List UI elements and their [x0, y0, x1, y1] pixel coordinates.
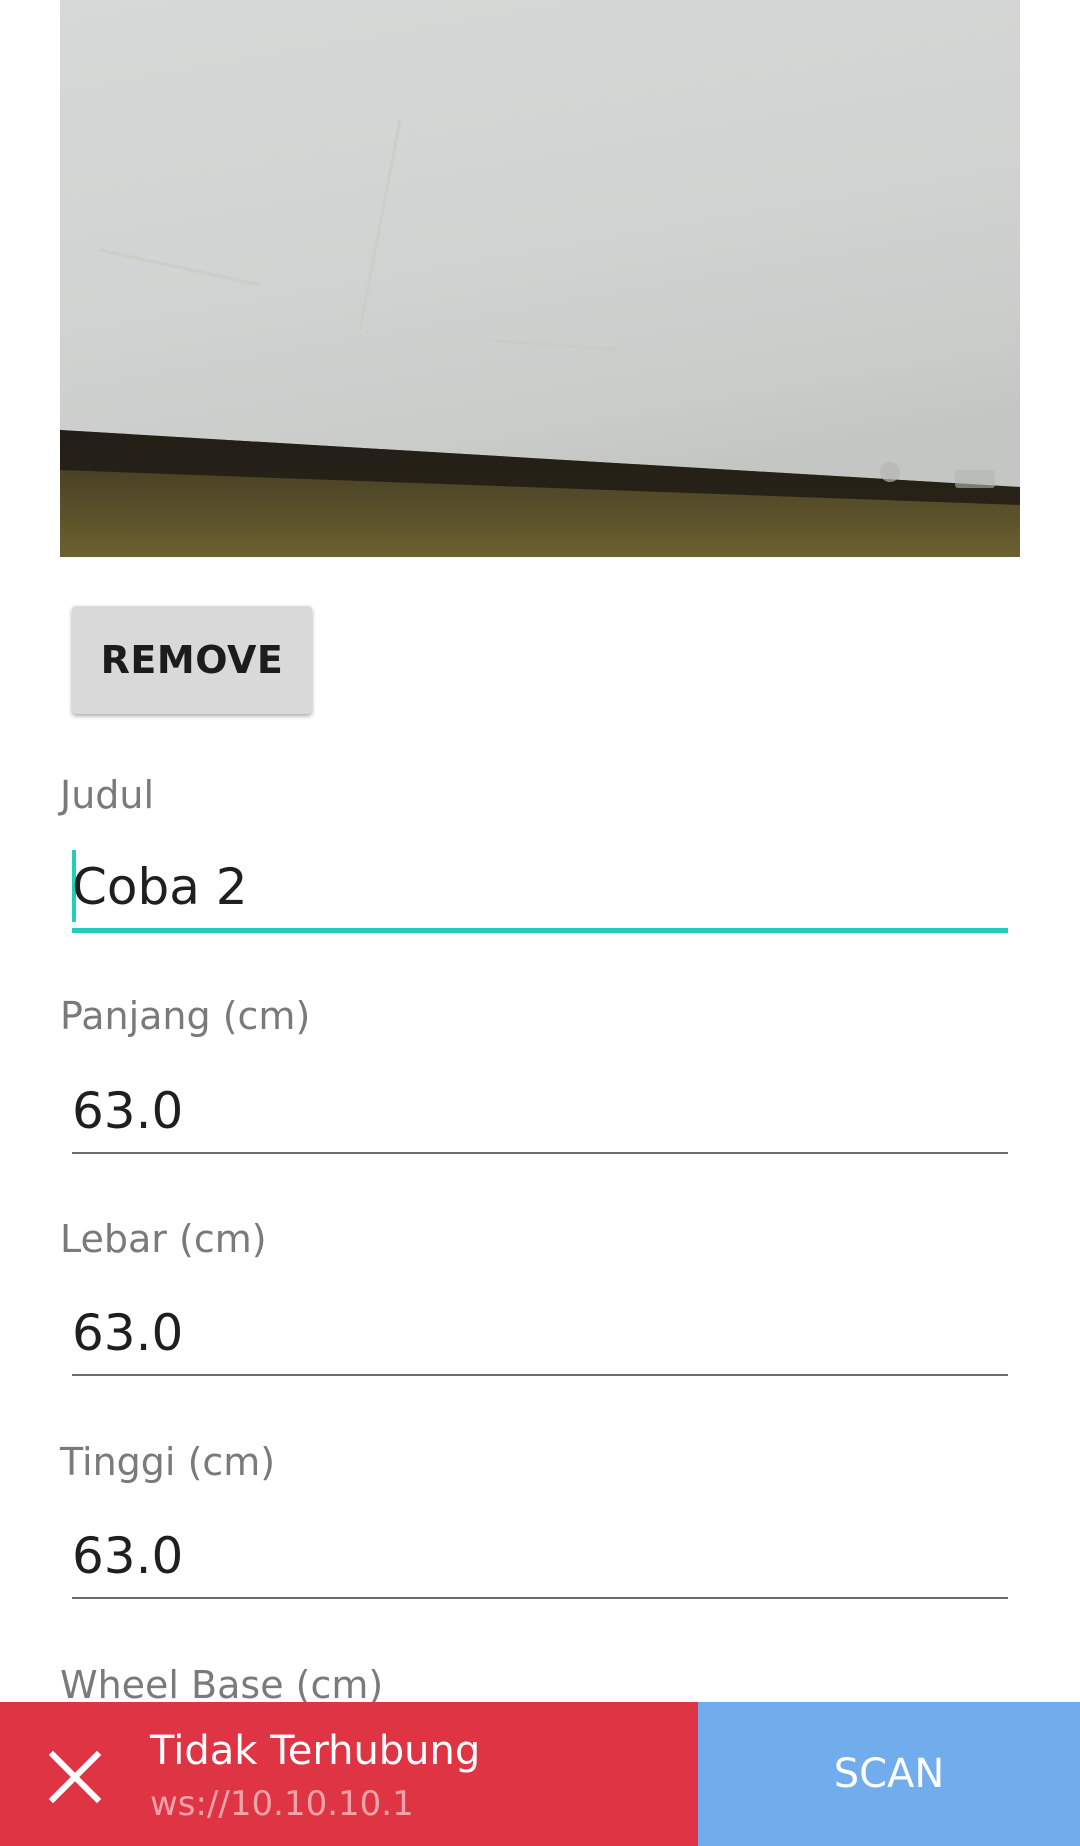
tinggi-label: Tinggi (cm)	[60, 1440, 276, 1484]
photo-preview	[60, 0, 1020, 557]
judul-input[interactable]: Coba 2	[72, 852, 1008, 922]
panjang-input[interactable]: 63.0	[72, 1076, 1008, 1146]
judul-label: Judul	[60, 773, 155, 817]
lebar-underline	[72, 1374, 1008, 1376]
connection-address: ws://10.10.10.1	[150, 1784, 414, 1824]
connection-status-panel: Tidak Terhubung ws://10.10.10.1	[0, 1702, 698, 1846]
lebar-label: Lebar (cm)	[60, 1217, 267, 1261]
bottom-bar: Tidak Terhubung ws://10.10.10.1 SCAN	[0, 1702, 1080, 1846]
tinggi-underline	[72, 1597, 1008, 1599]
scan-button[interactable]: SCAN	[698, 1702, 1080, 1846]
wheel-base-label: Wheel Base (cm)	[60, 1663, 384, 1707]
lebar-input[interactable]: 63.0	[72, 1298, 1008, 1368]
tinggi-input[interactable]: 63.0	[72, 1521, 1008, 1591]
remove-button[interactable]: REMOVE	[72, 606, 312, 714]
page: REMOVE Judul Coba 2 Panjang (cm) 63.0 Le…	[0, 0, 1080, 1846]
judul-underline	[72, 928, 1008, 933]
connection-status-title: Tidak Terhubung	[150, 1728, 481, 1774]
panjang-underline	[72, 1152, 1008, 1154]
close-icon[interactable]	[48, 1750, 102, 1804]
panjang-label: Panjang (cm)	[60, 994, 311, 1038]
